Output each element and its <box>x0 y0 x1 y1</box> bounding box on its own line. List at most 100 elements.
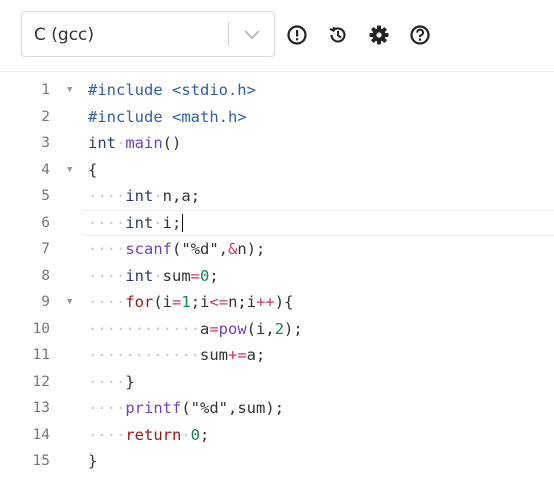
code-token: ; <box>256 346 266 364</box>
number-token: 0 <box>200 266 210 285</box>
code-token: } <box>125 372 135 391</box>
line-number: 9 <box>41 294 50 310</box>
code-token: ( <box>246 319 257 338</box>
preprocessor-token: #include <math.h> <box>88 107 247 126</box>
code-token: ; <box>237 293 247 311</box>
space-token: · <box>153 187 163 205</box>
indent-guide: ···· <box>88 213 126 232</box>
function-token: printf <box>125 399 182 417</box>
code-token: ( <box>153 293 163 311</box>
indent-guide: ···· <box>88 399 126 417</box>
code-text: ····for(i=1;i<=n;i++){ <box>88 289 293 316</box>
keyword-token: for <box>125 293 154 311</box>
code-text: ····printf("%d",sum); <box>88 395 284 422</box>
indent-guide: ············ <box>88 319 200 338</box>
number-token: 1 <box>181 293 191 311</box>
code-token: a <box>199 319 210 338</box>
number-token: 2 <box>274 319 285 338</box>
code-line[interactable]: 1 ▼ #include <stdio.h> <box>0 77 554 104</box>
code-token: a <box>181 187 191 205</box>
code-token: i <box>162 293 173 311</box>
code-line[interactable]: 2 #include <math.h> <box>0 104 554 131</box>
history-icon[interactable] <box>327 24 349 46</box>
space-token: · <box>116 134 126 152</box>
indent-guide: ···· <box>88 266 126 285</box>
code-token: sum <box>237 399 266 417</box>
line-number: 2 <box>41 108 50 125</box>
code-token: i <box>162 213 173 232</box>
code-token: ( <box>181 399 191 417</box>
indent-guide: ············ <box>88 346 200 364</box>
code-line[interactable]: 7 ····scanf("%d",&n); <box>0 236 554 263</box>
code-text: } <box>88 448 97 475</box>
code-token: n <box>228 293 238 311</box>
code-editor[interactable]: 1 ▼ #include <stdio.h> 2 #include <math.h> 3 i… <box>0 71 554 497</box>
function-token: scanf <box>125 240 172 258</box>
line-number: 15 <box>32 453 50 469</box>
chevron-down-icon[interactable] <box>243 27 261 41</box>
code-token: sum <box>199 346 228 364</box>
operator-token: = <box>209 319 219 338</box>
code-line[interactable]: 10 ············a=pow(i,2); <box>0 316 554 343</box>
code-text: ····return·0; <box>88 422 209 449</box>
code-token: , <box>265 319 275 338</box>
code-line[interactable]: 11 ············sum+=a; <box>0 342 554 369</box>
code-line[interactable]: 8 ····int·sum=0; <box>0 263 554 290</box>
code-token: ; <box>293 319 303 338</box>
code-text: ············sum+=a; <box>88 342 265 369</box>
language-select[interactable]: C (gcc) <box>21 11 275 57</box>
code-token: ( <box>162 134 173 152</box>
line-number: 1 <box>41 82 50 98</box>
code-line[interactable]: 14 ····return·0; <box>0 422 554 449</box>
code-token: sum <box>162 266 191 285</box>
string-token: "%d" <box>190 399 228 417</box>
string-token: "%d" <box>181 240 219 258</box>
fold-toggle-icon[interactable]: ▼ <box>67 157 72 184</box>
code-token: a <box>246 346 256 364</box>
line-number: 7 <box>41 241 50 257</box>
space-token: · <box>153 213 163 232</box>
indent-guide: ···· <box>88 372 126 391</box>
code-token: ) <box>274 293 285 311</box>
code-line[interactable]: 13 ····printf("%d",sum); <box>0 395 554 422</box>
code-token: ) <box>172 134 182 152</box>
code-token: i <box>200 293 210 311</box>
keyword-token: return <box>125 425 182 444</box>
function-token: main <box>125 134 163 152</box>
code-token: ; <box>172 213 182 232</box>
type-token: int <box>125 187 154 205</box>
code-line[interactable]: 4 ▼ { <box>0 157 554 184</box>
function-token: pow <box>218 319 247 338</box>
code-line[interactable]: 15} <box>0 448 554 475</box>
code-token: ; <box>274 399 285 417</box>
text-cursor <box>182 214 184 232</box>
code-line[interactable]: 5 ····int·n,a; <box>0 183 554 210</box>
indent-guide: ···· <box>88 293 126 311</box>
line-number: 5 <box>41 188 50 204</box>
gear-icon[interactable] <box>368 24 390 46</box>
code-token: , <box>218 240 229 258</box>
code-line[interactable]: 6 ····int·i; <box>0 210 554 237</box>
fold-toggle-icon[interactable]: ▼ <box>67 77 72 104</box>
type-token: int <box>125 266 154 285</box>
code-text: #include <math.h> <box>88 104 247 131</box>
operator-token: = <box>190 266 201 285</box>
line-number: 8 <box>41 267 50 284</box>
code-text: ····int·i; <box>88 210 184 237</box>
code-line[interactable]: 12 ····} <box>0 369 554 396</box>
alert-circle-icon[interactable] <box>286 24 308 46</box>
code-line[interactable]: 3 int·main() <box>0 130 554 157</box>
operator-token: ++ <box>256 293 275 311</box>
code-text: { <box>88 157 97 184</box>
line-number: 3 <box>41 135 50 151</box>
space-token: · <box>153 266 163 285</box>
code-token: , <box>172 187 182 205</box>
line-number: 13 <box>32 400 50 416</box>
code-line[interactable]: 9 ▼ ····for(i=1;i<=n;i++){ <box>0 289 554 316</box>
line-number: 6 <box>41 214 50 231</box>
language-select-value: C (gcc) <box>34 25 95 45</box>
help-circle-icon[interactable] <box>409 24 431 46</box>
line-number: 14 <box>32 426 50 443</box>
fold-toggle-icon[interactable]: ▼ <box>67 289 72 316</box>
operator-token: = <box>172 293 182 311</box>
